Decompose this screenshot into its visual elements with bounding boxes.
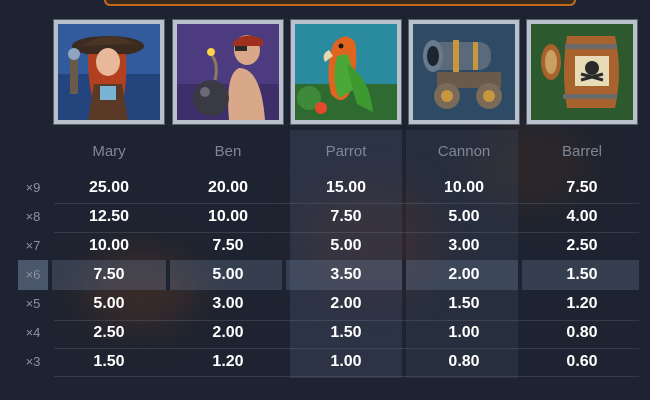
payout-cell: 1.20 (212, 353, 244, 370)
payout-cell: 7.50 (93, 266, 125, 283)
payout-cell: 1.00 (330, 353, 362, 370)
payout-cell: 10.00 (443, 179, 485, 196)
pirate-woman-icon (58, 24, 160, 120)
payout-cell: 5.00 (448, 208, 480, 225)
column-header-mary: Mary (92, 143, 126, 160)
multiplier-label: ×6 (25, 267, 41, 282)
column-header-cannon: Cannon (437, 143, 491, 160)
symbol-icon-frame (173, 20, 283, 124)
multiplier-label: ×8 (25, 209, 41, 224)
payout-cell: 1.50 (330, 324, 362, 341)
row-divider (54, 320, 639, 321)
row-divider (54, 376, 639, 377)
payout-cell: 5.00 (330, 237, 362, 254)
payout-cell: 5.00 (93, 295, 125, 312)
payout-cell: 1.00 (448, 324, 480, 341)
row-divider (54, 232, 639, 233)
multiplier-label: ×5 (25, 296, 41, 311)
cannon-icon (413, 24, 515, 120)
column-header-barrel: Barrel (561, 143, 602, 160)
payout-cell: 3.00 (212, 295, 244, 312)
payout-cell: 0.80 (448, 353, 480, 370)
header-bar (104, 0, 576, 6)
payout-cell: 20.00 (207, 179, 249, 196)
payout-cell: 0.60 (566, 353, 598, 370)
multiplier-label: ×7 (25, 238, 41, 253)
row-divider (54, 203, 639, 204)
payout-cell: 0.80 (566, 324, 598, 341)
row-gap (402, 260, 406, 290)
payout-cell: 25.00 (88, 179, 130, 196)
payout-cell: 1.50 (566, 266, 598, 283)
payout-cell: 10.00 (88, 237, 130, 254)
payout-cell: 3.00 (448, 237, 480, 254)
pirate-bomb-icon (177, 24, 279, 120)
row-gap (166, 260, 170, 290)
payout-cell: 7.50 (330, 208, 362, 225)
payout-cell: 2.50 (566, 237, 598, 254)
parrot-icon (295, 24, 397, 120)
payout-cell: 1.50 (448, 295, 480, 312)
payout-cell: 2.50 (93, 324, 125, 341)
symbol-icon-frame (409, 20, 519, 124)
row-gap (48, 260, 52, 290)
payout-cell: 1.20 (566, 295, 598, 312)
paytable-panel: Mary Ben Parrot Cannon Barrel ×9 25.00 2… (0, 0, 650, 400)
row-divider (54, 348, 639, 349)
column-header-parrot: Parrot (325, 143, 367, 160)
symbol-icon-frame (54, 20, 164, 124)
payout-cell: 2.00 (330, 295, 362, 312)
payout-cell: 15.00 (325, 179, 367, 196)
payout-cell: 3.50 (330, 266, 362, 283)
payout-cell: 2.00 (448, 266, 480, 283)
multiplier-label: ×3 (25, 354, 41, 369)
payout-cell: 4.00 (566, 208, 598, 225)
barrel-icon (531, 24, 633, 120)
payout-cell: 7.50 (212, 237, 244, 254)
payout-cell: 10.00 (207, 208, 249, 225)
payout-cell: 1.50 (93, 353, 125, 370)
symbol-icon-frame (527, 20, 637, 124)
payout-cell: 7.50 (566, 179, 598, 196)
payout-cell: 5.00 (212, 266, 244, 283)
multiplier-label: ×9 (25, 180, 41, 195)
symbol-icon-frame (291, 20, 401, 124)
column-header-ben: Ben (214, 143, 242, 160)
payout-cell: 2.00 (212, 324, 244, 341)
payout-cell: 12.50 (88, 208, 130, 225)
multiplier-label: ×4 (25, 325, 41, 340)
